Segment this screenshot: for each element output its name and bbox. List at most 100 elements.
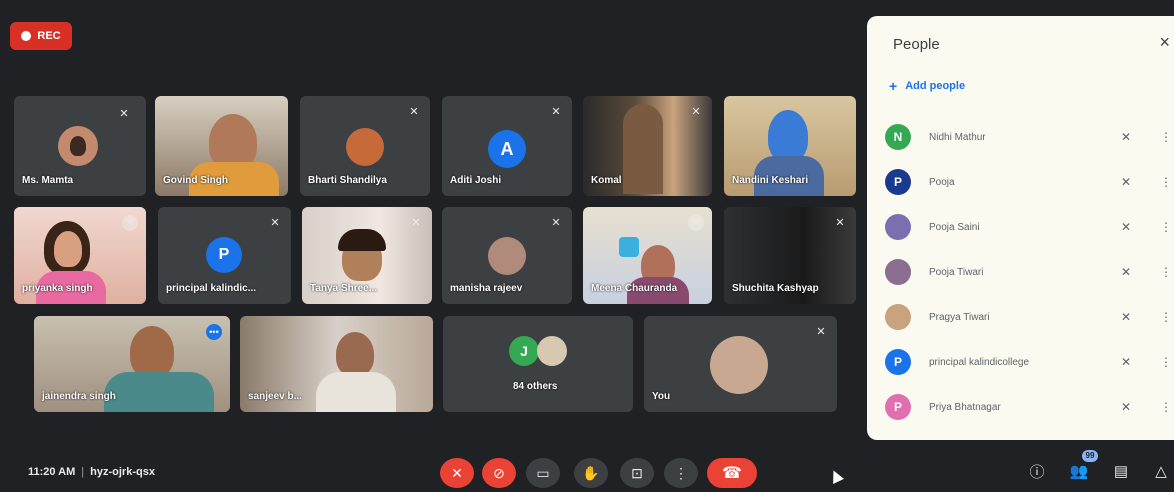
participant-tile[interactable]: sanjeev b... (240, 316, 433, 412)
participant-tile[interactable]: ✕ Shuchita Kashyap (724, 207, 856, 304)
captions-button[interactable]: ▭ (526, 458, 560, 488)
meeting-time: 11:20 AM (28, 466, 76, 478)
participant-avatar (537, 336, 567, 366)
mic-off-icon: ✕ (691, 106, 701, 118)
participant-row[interactable]: P Pooja ✕ ⋮ (885, 167, 1172, 197)
participant-row[interactable]: Pooja Tiwari ✕ ⋮ (885, 257, 1172, 287)
activities-icon: △ (1155, 463, 1167, 480)
people-button[interactable]: 👥 (1068, 460, 1090, 482)
participant-tile[interactable]: ✕ manisha rajeev (442, 207, 572, 304)
activities-button[interactable]: △ (1150, 460, 1172, 482)
participant-video (336, 332, 374, 376)
more-options-button[interactable]: ⋮ (664, 458, 698, 488)
participant-name: manisha rajeev (450, 283, 523, 294)
speaking-indicator-icon: ••• (206, 324, 222, 340)
add-people-label: Add people (905, 80, 966, 92)
participant-tile[interactable]: ✕ priyanka singh (14, 207, 146, 304)
camera-toggle-button[interactable]: ⊘ (482, 458, 516, 488)
captions-icon: ▭ (536, 464, 550, 481)
hand-icon: ✋ (582, 464, 600, 481)
more-options-icon[interactable]: ⋮ (1160, 355, 1172, 369)
participant-tile[interactable]: ✕ Bharti Shandilya (300, 96, 430, 196)
participant-name: Aditi Joshi (450, 175, 502, 186)
participant-row[interactable]: Pooja Saini ✕ ⋮ (885, 212, 1172, 242)
more-options-icon[interactable]: ⋮ (1160, 310, 1172, 324)
participant-name: principal kalindic... (166, 283, 257, 294)
participant-row[interactable]: P principal kalindicollege ✕ ⋮ (885, 347, 1172, 377)
participant-tile[interactable]: ✕ Ms. Mamta (14, 96, 146, 196)
participant-name: Tanya Shree... (310, 283, 378, 294)
participant-tile[interactable]: Govind Singh (155, 96, 288, 196)
present-screen-icon: ⊡ (631, 464, 643, 481)
mic-off-icon: ✕ (816, 326, 826, 338)
info-icon: ⓘ (1029, 463, 1045, 481)
more-options-icon[interactable]: ⋮ (1160, 220, 1172, 234)
participant-tile-others[interactable]: J 84 others (443, 316, 633, 412)
participant-tile[interactable]: ✕ Komal (583, 96, 712, 196)
mic-off-icon: ✕ (551, 217, 561, 229)
mic-off-icon: ✕ (1120, 130, 1132, 144)
raise-hand-button[interactable]: ✋ (574, 458, 608, 488)
participant-row[interactable]: P Priya Bhatnagar ✕ ⋮ (885, 392, 1172, 422)
mic-off-icon: ✕ (270, 217, 280, 229)
participant-video (768, 110, 808, 162)
present-button[interactable]: ⊡ (620, 458, 654, 488)
mic-off-icon: ✕ (1120, 310, 1132, 324)
divider: | (81, 466, 85, 478)
add-person-icon: + (889, 78, 898, 94)
others-count: 84 others (513, 381, 558, 392)
participant-avatar (885, 259, 911, 285)
end-call-button[interactable]: ☎ (707, 458, 757, 488)
mic-off-icon: ✕ (1120, 220, 1132, 234)
participant-avatar: P (885, 349, 911, 375)
more-options-icon[interactable]: ⋮ (1160, 130, 1172, 144)
more-options-icon[interactable]: ⋮ (1160, 175, 1172, 189)
participant-avatar (885, 304, 911, 330)
mic-off-icon: ✕ (1120, 400, 1132, 414)
participant-name: Pragya Tiwari (929, 311, 990, 323)
recording-badge: REC (10, 22, 72, 50)
participant-tile-active-speaker[interactable]: ••• jainendra singh (34, 316, 230, 412)
participant-name: priyanka singh (22, 283, 93, 294)
self-tile[interactable]: ✕ You (644, 316, 837, 412)
participant-tile[interactable]: ✕ Tanya Shree... (302, 207, 432, 304)
meeting-info: 11:20 AM | hyz-ojrk-qsx (28, 466, 155, 478)
more-options-icon[interactable]: ⋮ (1160, 265, 1172, 279)
mic-off-icon: ✕ (551, 106, 561, 118)
participant-row[interactable]: N Nidhi Mathur ✕ ⋮ (885, 122, 1172, 152)
record-dot-icon (21, 31, 32, 41)
participant-video (623, 104, 663, 194)
chat-button[interactable]: ▤ (1110, 460, 1132, 482)
participant-name: Pooja Tiwari (929, 266, 984, 278)
participant-tile[interactable]: Nandini Keshari (724, 96, 856, 196)
self-avatar (710, 336, 768, 394)
bottom-toolbar: 11:20 AM | hyz-ojrk-qsx ✕ ⊘ ▭ ✋ ⊡ ⋮ ☎ (0, 446, 1174, 492)
hang-up-icon: ☎ (722, 465, 742, 482)
participant-name: You (652, 391, 671, 402)
participant-name: Meena Chauranda (591, 283, 678, 294)
participant-tile[interactable]: P ✕ principal kalindic... (158, 207, 291, 304)
participant-avatar: A (488, 130, 526, 168)
mic-off-icon: ✕ (835, 217, 845, 229)
participant-name: jainendra singh (42, 391, 116, 402)
add-people-button[interactable]: + Add people (889, 78, 965, 94)
participant-name: Shuchita Kashyap (732, 283, 819, 294)
camera-off-icon: ⊘ (493, 464, 505, 481)
close-icon[interactable]: × (1159, 32, 1170, 53)
mic-off-icon: ✕ (122, 215, 138, 231)
participant-avatar: N (885, 124, 911, 150)
meeting-details-button[interactable]: ⓘ (1026, 460, 1048, 482)
mic-off-icon: ✕ (119, 108, 129, 120)
participant-tile[interactable]: A ✕ Aditi Joshi (442, 96, 572, 196)
participant-name: Pooja (929, 176, 955, 188)
participant-tile[interactable]: ✕ Meena Chauranda (583, 207, 712, 304)
mic-off-icon: ✕ (409, 106, 419, 118)
more-options-icon[interactable]: ⋮ (1160, 400, 1172, 414)
participant-video (130, 326, 174, 378)
participant-avatar (885, 214, 911, 240)
participant-name: Bharti Shandilya (308, 175, 387, 186)
participant-name: Priya Bhatnagar (929, 401, 1001, 413)
mic-off-icon: ✕ (451, 464, 463, 481)
mic-toggle-button[interactable]: ✕ (440, 458, 474, 488)
participant-row[interactable]: Pragya Tiwari ✕ ⋮ (885, 302, 1172, 332)
